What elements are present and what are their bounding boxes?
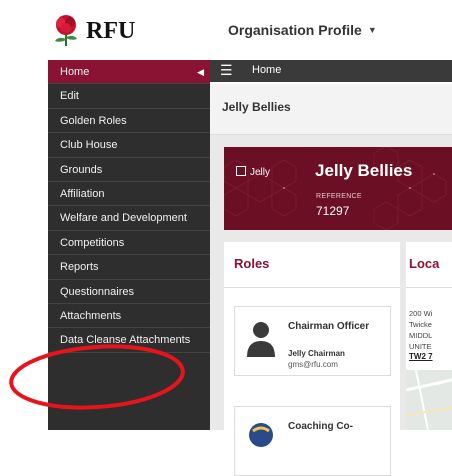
hamburger-menu-icon[interactable]: ☰ bbox=[220, 62, 233, 79]
map-roads bbox=[406, 369, 452, 430]
sidebar-item-welfare-and-development[interactable]: Welfare and Development bbox=[48, 206, 210, 231]
role-person-name: Jelly Chairman bbox=[288, 349, 345, 358]
club-banner: Jelly Jelly Bellies REFERENCE 71297 bbox=[224, 147, 452, 230]
sidebar-item-label: Affiliation bbox=[60, 187, 105, 200]
reference-value: 71297 bbox=[316, 204, 350, 218]
page-title: Jelly Bellies bbox=[222, 100, 291, 114]
sidebar-item-label: Golden Roles bbox=[60, 114, 127, 127]
club-short-name-text: Jelly bbox=[250, 167, 271, 178]
breadcrumb-home[interactable]: Home bbox=[252, 64, 281, 76]
location-title: Loca bbox=[409, 256, 440, 271]
rfu-logo[interactable]: RFU bbox=[48, 12, 160, 52]
roles-title: Roles bbox=[234, 256, 270, 271]
location-card: Loca 200 Wi Twicke MIDDL UNITE TW2 7 bbox=[406, 242, 452, 430]
dropdown-caret-icon: ▼ bbox=[367, 25, 377, 35]
address-line: Twicke bbox=[409, 320, 432, 329]
divider bbox=[406, 287, 452, 288]
address-block: 200 Wi Twicke MIDDL UNITE bbox=[409, 308, 432, 352]
club-badge-icon bbox=[236, 166, 246, 176]
address-line: UNITE bbox=[409, 342, 432, 351]
sidebar-item-affiliation[interactable]: Affiliation bbox=[48, 182, 210, 207]
sidebar-item-competitions[interactable]: Competitions bbox=[48, 231, 210, 256]
sidebar-nav: Home ◀ Edit Golden Roles Club House Groun… bbox=[48, 60, 210, 430]
role-title: Chairman Officer bbox=[288, 321, 370, 332]
sidebar-item-reports[interactable]: Reports bbox=[48, 255, 210, 280]
role-person-email[interactable]: gms@rfu.com bbox=[288, 360, 338, 369]
breadcrumb-bar: ☰ Home bbox=[210, 60, 452, 82]
sidebar-item-club-house[interactable]: Club House bbox=[48, 133, 210, 158]
sidebar-item-data-cleanse-attachments[interactable]: Data Cleanse Attachments bbox=[48, 328, 210, 353]
sidebar-item-label: Club House bbox=[60, 139, 118, 152]
top-header: RFU Organisation Profile ▼ bbox=[0, 0, 452, 60]
organisation-profile-label: Organisation Profile bbox=[228, 22, 362, 38]
roles-card: Roles Chairman Officer Jelly Chairman gm… bbox=[224, 242, 400, 476]
sidebar-item-label: Home bbox=[60, 66, 90, 78]
organisation-profile-menu[interactable]: Organisation Profile ▼ bbox=[228, 22, 377, 38]
address-line: 200 Wi bbox=[409, 309, 433, 318]
reference-label: REFERENCE bbox=[316, 193, 362, 200]
club-name: Jelly Bellies bbox=[315, 161, 413, 180]
brand-wordmark: RFU bbox=[86, 18, 136, 44]
club-short-name: Jelly bbox=[236, 166, 270, 178]
sidebar-item-questionnaires[interactable]: Questionnaires bbox=[48, 280, 210, 304]
sidebar-item-grounds[interactable]: Grounds bbox=[48, 158, 210, 182]
rose-logo-icon bbox=[55, 15, 77, 46]
avatar-icon bbox=[247, 322, 275, 357]
sidebar-item-attachments[interactable]: Attachments bbox=[48, 304, 210, 329]
sidebar-item-label: Welfare and Development bbox=[60, 212, 187, 225]
role-card[interactable]: Coaching Co- bbox=[234, 406, 391, 476]
sidebar-item-golden-roles[interactable]: Golden Roles bbox=[48, 109, 210, 134]
role-card[interactable]: Chairman Officer Jelly Chairman gms@rfu.… bbox=[234, 306, 391, 376]
sidebar-item-label: Edit bbox=[60, 90, 79, 103]
divider bbox=[224, 287, 400, 288]
sidebar-item-label: Data Cleanse Attachments bbox=[60, 334, 191, 347]
sidebar-item-home[interactable]: Home ◀ bbox=[48, 60, 210, 85]
location-map[interactable] bbox=[406, 369, 452, 430]
sidebar-item-label: Questionnaires bbox=[60, 285, 134, 298]
sidebar-item-label: Reports bbox=[60, 261, 99, 274]
sidebar-item-edit[interactable]: Edit bbox=[48, 84, 210, 109]
page-title-bar: Jelly Bellies bbox=[210, 84, 452, 135]
address-line: MIDDL bbox=[409, 331, 433, 340]
role-title: Coaching Co- bbox=[288, 421, 353, 432]
postcode-link[interactable]: TW2 7 bbox=[409, 352, 433, 361]
sidebar-item-label: Attachments bbox=[60, 309, 122, 322]
collapse-arrow-icon[interactable]: ◀ bbox=[197, 60, 204, 83]
sidebar-item-label: Grounds bbox=[60, 163, 103, 176]
avatar-icon bbox=[249, 423, 273, 447]
sidebar-item-label: Competitions bbox=[60, 236, 125, 249]
